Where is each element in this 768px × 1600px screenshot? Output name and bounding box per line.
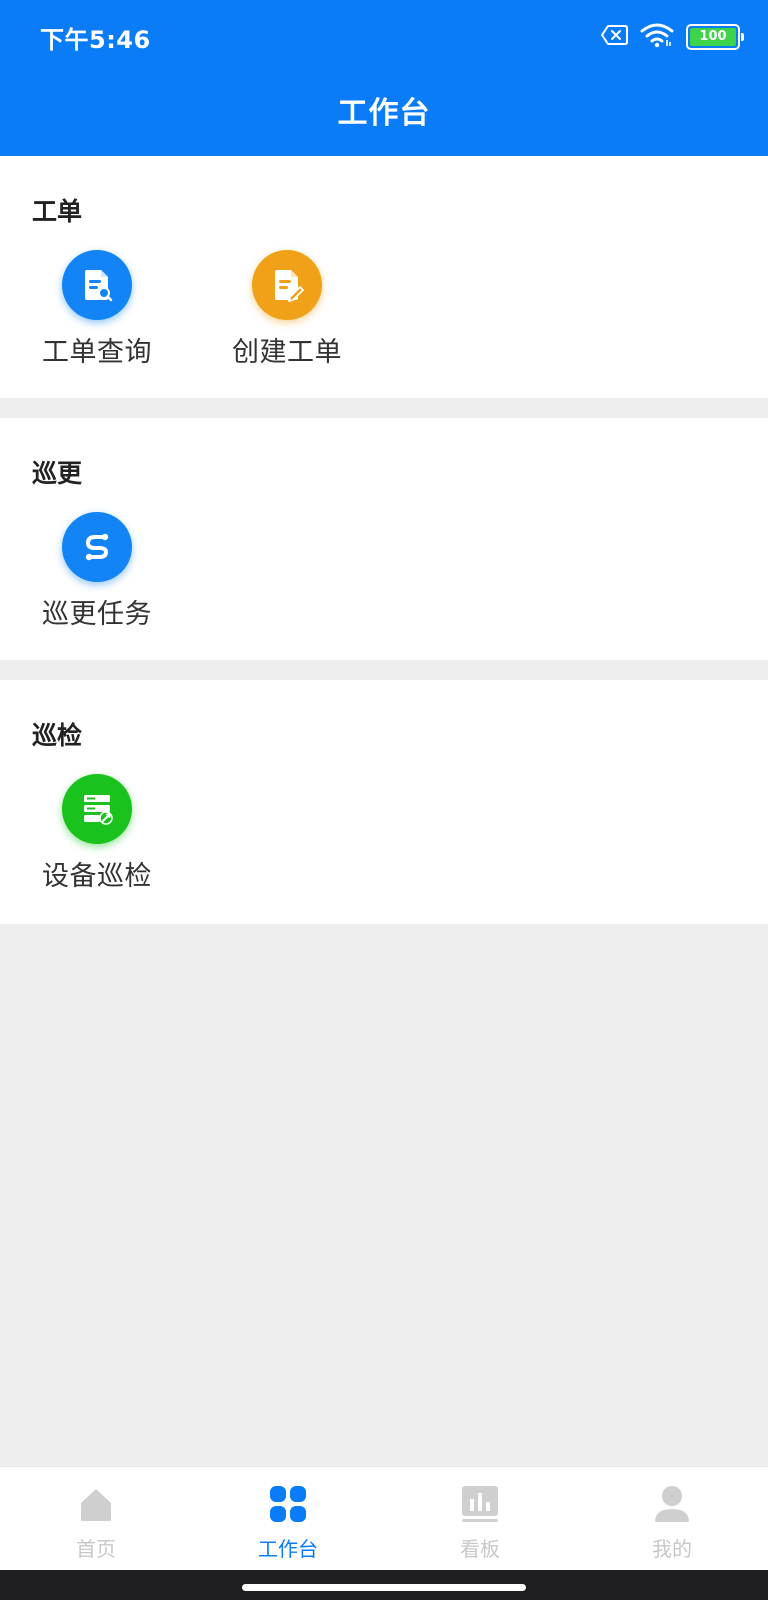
tile-label: 工单查询 bbox=[42, 337, 152, 368]
tile-equipment-inspection[interactable]: 设备巡检 bbox=[22, 774, 172, 904]
battery-icon: 100 bbox=[686, 24, 744, 50]
tab-label: 工作台 bbox=[258, 1537, 318, 1561]
document-edit-icon bbox=[252, 250, 322, 320]
tile-patrol-task[interactable]: 巡更任务 bbox=[22, 512, 172, 642]
section-title: 巡更 bbox=[32, 459, 83, 488]
section-title: 巡检 bbox=[32, 721, 83, 750]
tile-label: 创建工单 bbox=[232, 337, 342, 368]
document-search-icon bbox=[62, 250, 132, 320]
tile-work-order-query[interactable]: 工单查询 bbox=[22, 250, 172, 380]
grid-icon bbox=[269, 1485, 307, 1527]
tab-dashboard[interactable]: 看板 bbox=[384, 1467, 576, 1571]
tab-bar: 首页 工作台 看板 我的 bbox=[0, 1466, 768, 1571]
sim-error-icon bbox=[600, 24, 628, 50]
status-time: 下午5:46 bbox=[40, 26, 151, 54]
section-title: 工单 bbox=[32, 197, 83, 226]
section-work-order: 工单 工单查询 创建工单 bbox=[0, 156, 768, 398]
app-header: 下午5:46 100 工作台 bbox=[0, 0, 768, 156]
home-indicator[interactable] bbox=[242, 1584, 526, 1591]
wifi-icon bbox=[640, 22, 674, 52]
bar-chart-icon bbox=[461, 1485, 499, 1527]
server-wrench-icon bbox=[62, 774, 132, 844]
page-title: 工作台 bbox=[337, 96, 431, 131]
tab-label: 首页 bbox=[76, 1537, 116, 1561]
tab-home[interactable]: 首页 bbox=[0, 1467, 192, 1571]
tile-create-work-order[interactable]: 创建工单 bbox=[212, 250, 362, 380]
system-nav-bar bbox=[0, 1570, 768, 1600]
tab-label: 看板 bbox=[460, 1537, 500, 1561]
tab-label: 我的 bbox=[652, 1537, 692, 1561]
status-icons: 100 bbox=[600, 22, 744, 52]
section-patrol: 巡更 巡更任务 bbox=[0, 418, 768, 660]
user-icon bbox=[653, 1485, 691, 1527]
route-icon bbox=[62, 512, 132, 582]
tile-label: 设备巡检 bbox=[42, 861, 152, 892]
home-icon bbox=[77, 1485, 115, 1527]
tab-workbench[interactable]: 工作台 bbox=[192, 1467, 384, 1571]
battery-level: 100 bbox=[690, 28, 736, 46]
section-inspection: 巡检 设备巡检 bbox=[0, 680, 768, 924]
tab-me[interactable]: 我的 bbox=[576, 1467, 768, 1571]
tile-label: 巡更任务 bbox=[42, 599, 152, 630]
